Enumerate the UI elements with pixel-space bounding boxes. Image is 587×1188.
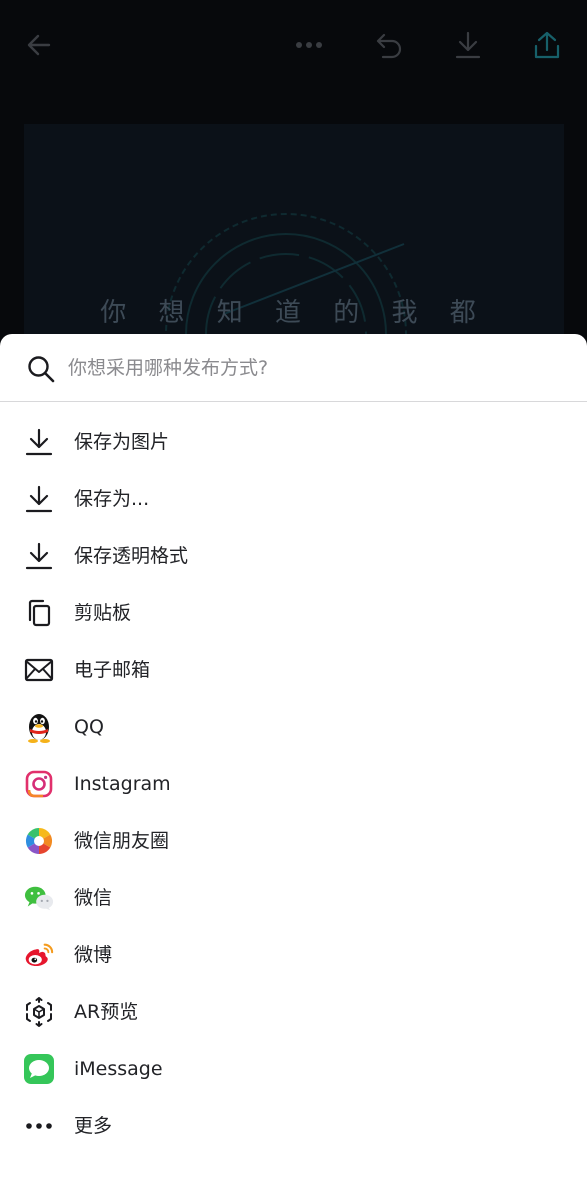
option-save-transparent[interactable]: 保存透明格式 xyxy=(0,528,587,584)
option-clipboard[interactable]: 剪贴板 xyxy=(0,585,587,641)
option-instagram[interactable]: Instagram xyxy=(0,756,587,812)
option-label: 更多 xyxy=(74,1115,113,1137)
option-more[interactable]: 更多 xyxy=(0,1098,587,1154)
option-label: 微博 xyxy=(74,944,113,966)
more-options-button[interactable] xyxy=(290,26,328,64)
option-label: 剪贴板 xyxy=(74,602,132,624)
download-icon xyxy=(454,30,482,60)
download-icon xyxy=(24,427,54,457)
search-bar xyxy=(0,334,587,402)
share-sheet: 保存为图片 保存为... 保存透明格式 剪贴板 电子邮箱 xyxy=(0,334,587,1188)
imessage-icon xyxy=(24,1054,54,1084)
copy-icon xyxy=(24,598,54,628)
option-label: Instagram xyxy=(74,773,171,795)
arrow-left-icon xyxy=(25,31,53,59)
option-save-as[interactable]: 保存为... xyxy=(0,471,587,527)
share-icon xyxy=(533,30,561,60)
option-ar-preview[interactable]: AR预览 xyxy=(0,984,587,1040)
option-label: iMessage xyxy=(74,1058,163,1080)
option-label: 保存为图片 xyxy=(74,431,170,453)
option-label: 微信 xyxy=(74,887,113,909)
mail-icon xyxy=(24,655,54,685)
search-icon xyxy=(26,354,56,384)
editor-toolbar xyxy=(0,0,587,92)
weibo-icon xyxy=(24,940,54,970)
more-horizontal-icon xyxy=(294,40,324,50)
undo-button[interactable] xyxy=(370,26,408,64)
option-qq[interactable]: QQ xyxy=(0,699,587,755)
qq-icon xyxy=(24,712,54,743)
option-label: 微信朋友圈 xyxy=(74,830,170,852)
option-label: 保存为... xyxy=(74,488,150,510)
option-label: AR预览 xyxy=(74,1001,139,1023)
ar-icon xyxy=(24,997,54,1027)
option-weibo[interactable]: 微博 xyxy=(0,927,587,983)
instagram-icon xyxy=(24,769,54,799)
option-wechat[interactable]: 微信 xyxy=(0,870,587,926)
option-label: QQ xyxy=(74,716,104,738)
option-label: 保存透明格式 xyxy=(74,545,189,567)
option-email[interactable]: 电子邮箱 xyxy=(0,642,587,698)
wechat-icon xyxy=(24,883,54,913)
option-label: 电子邮箱 xyxy=(74,659,151,681)
back-button[interactable] xyxy=(20,26,58,64)
option-moments[interactable]: 微信朋友圈 xyxy=(0,813,587,869)
download-button[interactable] xyxy=(449,26,487,64)
option-save-image[interactable]: 保存为图片 xyxy=(0,414,587,470)
moments-icon xyxy=(24,826,54,856)
more-icon xyxy=(24,1111,54,1141)
design-text: 你 想 知 道 的 我 都 xyxy=(100,298,488,328)
search-input[interactable] xyxy=(68,348,548,388)
share-button[interactable] xyxy=(528,26,566,64)
option-imessage[interactable]: iMessage xyxy=(0,1041,587,1097)
download-icon xyxy=(24,484,54,514)
undo-icon xyxy=(374,31,404,59)
download-icon xyxy=(24,541,54,571)
